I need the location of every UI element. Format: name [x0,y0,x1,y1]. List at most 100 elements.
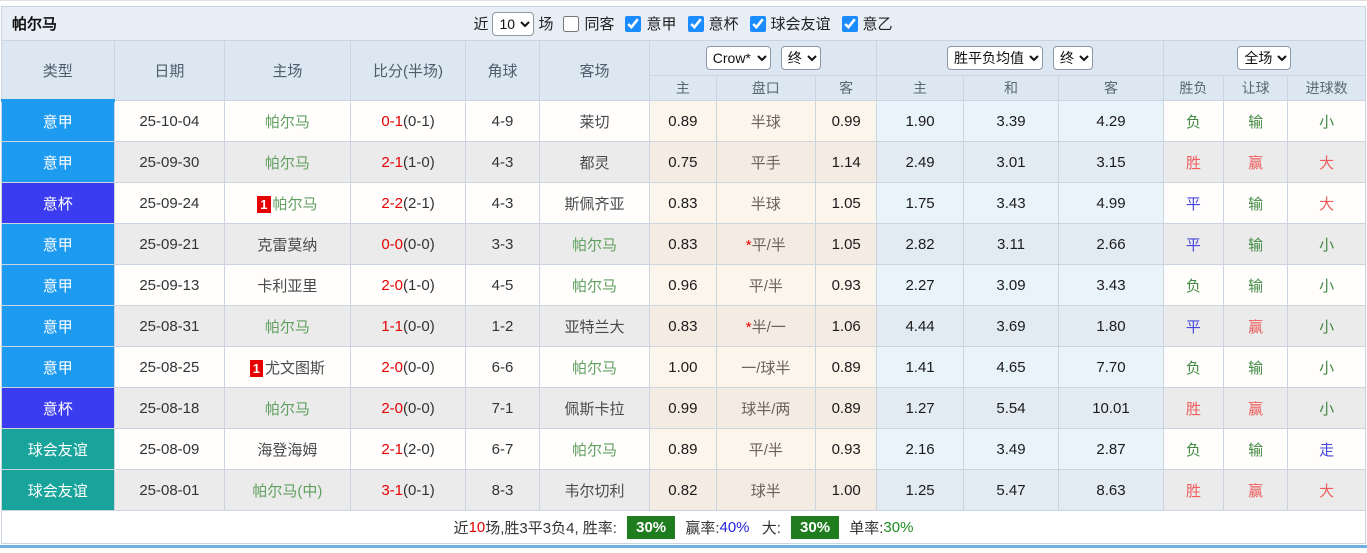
league-badge: 意甲 [1,223,115,265]
home-cell: 帕尔马 [224,100,351,142]
score-cell: 2-0(0-0) [349,387,467,429]
away-cell: 佩斯卡拉 [538,387,651,429]
table-row: 球会友谊 25-08-09 海登海姆 2-1(2-0) 6-7 帕尔马 0.89… [1,428,1366,470]
league-badge: 意甲 [1,346,115,388]
eu-home-odds: 1.41 [876,346,964,388]
home-team: 帕尔马 [264,113,310,131]
handicap-text: 一/球半 [741,359,791,377]
match-date: 25-08-09 [113,428,226,470]
full-score: 3-1 [381,481,404,499]
eu-home-odds: 1.75 [876,182,964,224]
eu-away-odds: 2.87 [1058,428,1164,470]
handicap-result: 输 [1223,428,1289,470]
handicap-result: 赢 [1223,469,1289,511]
europe-odds-select[interactable]: 胜平负均值 [947,46,1044,70]
bookmaker-select[interactable]: Crow* [705,46,771,70]
filter-label-friendly: 球会友谊 [770,16,831,33]
away-cell: 帕尔马 [538,264,651,306]
away-team: 都灵 [579,154,610,172]
europe-time-select[interactable]: 终 [1053,46,1094,70]
ah-home-odds: 0.83 [649,223,717,265]
handicap-win-label: 赢率: [685,519,720,537]
eu-draw-odds: 3.11 [962,223,1060,265]
filter-checkbox-friendly[interactable] [749,15,766,32]
away-cell: 帕尔马 [538,346,651,388]
filter-label-seriea: 意甲 [646,16,677,33]
eu-draw-odds: 3.49 [962,428,1060,470]
subcol-result: 胜负 [1162,75,1225,101]
col-header-away: 客场 [538,40,651,101]
goals-result: 小 [1287,223,1366,265]
eu-away-odds: 1.80 [1058,305,1164,347]
full-score: 2-0 [381,276,404,294]
away-team: 莱切 [579,113,610,131]
handicap-result: 输 [1223,100,1289,142]
goals-result: 走 [1287,428,1366,470]
league-badge: 意甲 [1,100,115,142]
away-cell: 韦尔切利 [538,469,651,511]
ah-home-odds: 0.82 [649,469,717,511]
match-date: 25-08-18 [113,387,226,429]
ah-away-odds: 0.93 [815,264,878,306]
scope-select[interactable]: 全场 [1237,46,1292,70]
handicap-line: 平/半 [715,428,817,470]
ah-away-odds: 1.14 [815,141,878,183]
league-badge: 意甲 [1,141,115,183]
bookmaker-time-select[interactable]: 终 [780,46,821,70]
away-team: 佩斯卡拉 [564,400,625,418]
handicap-result: 输 [1223,223,1289,265]
eu-draw-odds: 5.47 [962,469,1060,511]
eu-draw-odds: 3.43 [962,182,1060,224]
eu-away-odds: 4.99 [1058,182,1164,224]
recent-count-select[interactable]: 10 [492,11,535,36]
single-rate-value: 30% [883,518,914,536]
goals-result: 小 [1287,305,1366,347]
away-team: 亚特兰大 [564,318,625,336]
half-score: (0-1) [403,112,435,130]
handicap-result: 输 [1223,264,1289,306]
corner-count: 1-2 [465,305,540,347]
summary-count: 10 [468,518,486,536]
table-row: 意甲 25-09-13 卡利亚里 2-0(1-0) 4-5 帕尔马 0.96 平… [1,264,1366,306]
handicap-result: 赢 [1223,141,1289,183]
table-row: 意甲 25-09-30 帕尔马 2-1(1-0) 4-3 都灵 0.75 平手 … [1,141,1366,183]
match-result: 平 [1162,223,1225,265]
filter-checkbox-serieb[interactable] [841,15,858,32]
filter-checkbox-seriea[interactable] [625,15,642,32]
home-cell: 1 尤文图斯 [224,346,351,388]
away-team: 韦尔切利 [564,482,625,500]
same-venue-checkbox[interactable] [563,15,580,32]
match-date: 25-09-13 [113,264,226,306]
match-date: 25-08-01 [113,469,226,511]
away-cell: 莱切 [538,100,651,142]
score-cell: 0-1(0-1) [349,100,467,142]
handicap-text: 半球 [750,195,781,213]
eu-away-odds: 3.43 [1058,264,1164,306]
rank-badge: 1 [257,195,271,213]
filter-checkbox-coppa[interactable] [687,15,704,32]
table-row: 意甲 25-09-21 克雷莫纳 0-0(0-0) 3-3 帕尔马 0.83 *… [1,223,1366,265]
home-team: 克雷莫纳 [257,236,318,254]
handicap-text: 半球 [750,113,781,131]
ah-away-odds: 0.89 [815,346,878,388]
eu-draw-odds: 3.39 [962,100,1060,142]
filter-row: 帕尔马 近 10 场 同客 意甲 意杯 球会友谊 意乙 [1,6,1366,41]
league-badge: 意甲 [1,264,115,306]
ah-away-odds: 1.05 [815,182,878,224]
table-row: 意甲 25-08-31 帕尔马 1-1(0-0) 1-2 亚特兰大 0.83 *… [1,305,1366,347]
summary-row: 近10场,胜3平3负4, 胜率: 30% 赢率:40% 大: 30% 单率:30… [1,510,1366,544]
handicap-result: 输 [1223,182,1289,224]
match-result: 负 [1162,100,1225,142]
eu-draw-odds: 3.01 [962,141,1060,183]
home-team: 卡利亚里 [257,277,318,295]
eu-away-odds: 8.63 [1058,469,1164,511]
match-result: 平 [1162,182,1225,224]
eu-home-odds: 2.82 [876,223,964,265]
home-team: 尤文图斯 [265,359,326,377]
full-score: 0-1 [381,112,404,130]
full-score: 2-2 [381,194,404,212]
handicap-text: 球半 [750,482,781,500]
eu-draw-odds: 3.09 [962,264,1060,306]
single-rate-label: 单率: [849,519,884,537]
league-badge: 意杯 [1,387,115,429]
